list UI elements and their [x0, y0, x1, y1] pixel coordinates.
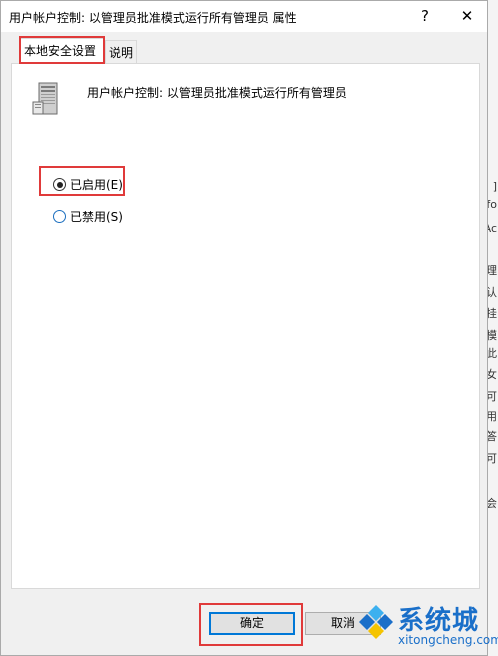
help-icon: ? — [421, 7, 429, 25]
tab-local-security-setting[interactable]: 本地安全设置 — [19, 38, 105, 64]
tab-panel: 用户帐户控制: 以管理员批准模式运行所有管理员 — [11, 63, 480, 589]
ok-label: 确定 — [239, 616, 264, 630]
watermark: 系统城 xitongcheng.com — [356, 600, 498, 652]
help-button[interactable]: ? — [407, 3, 443, 30]
close-button[interactable]: ✕ — [447, 3, 487, 30]
background-text: ] — [492, 180, 497, 193]
server-computer-icon — [32, 82, 58, 119]
dialog-title: 用户帐户控制: 以管理员批准模式运行所有管理员 属性 — [9, 11, 297, 25]
watermark-brand-en: xitongcheng.com — [398, 633, 498, 647]
tab-explain[interactable]: 说明 — [105, 40, 137, 64]
radio-unchecked-icon[interactable] — [53, 210, 66, 223]
cancel-label: 取消 — [330, 616, 355, 630]
radio-label: 已禁用(S) — [70, 210, 123, 224]
radio-enabled[interactable]: 已启用(E) — [53, 176, 123, 193]
radio-label: 已启用(E) — [70, 178, 123, 192]
title-bar[interactable]: 用户帐户控制: 以管理员批准模式运行所有管理员 属性 ? ✕ — [1, 1, 487, 32]
close-icon: ✕ — [460, 7, 474, 25]
policy-title: 用户帐户控制: 以管理员批准模式运行所有管理员 — [87, 86, 347, 100]
ok-button[interactable]: 确定 — [209, 612, 295, 635]
radio-disabled[interactable]: 已禁用(S) — [53, 208, 123, 225]
watermark-logo-icon — [356, 602, 396, 651]
tab-label: 本地安全设置 — [24, 44, 97, 58]
tab-label: 说明 — [109, 46, 134, 60]
watermark-brand-cn: 系统城 — [398, 606, 480, 636]
properties-dialog: 用户帐户控制: 以管理员批准模式运行所有管理员 属性 ? ✕ 本地安全设置 说明 — [0, 0, 488, 656]
radio-checked-icon[interactable] — [53, 178, 66, 191]
